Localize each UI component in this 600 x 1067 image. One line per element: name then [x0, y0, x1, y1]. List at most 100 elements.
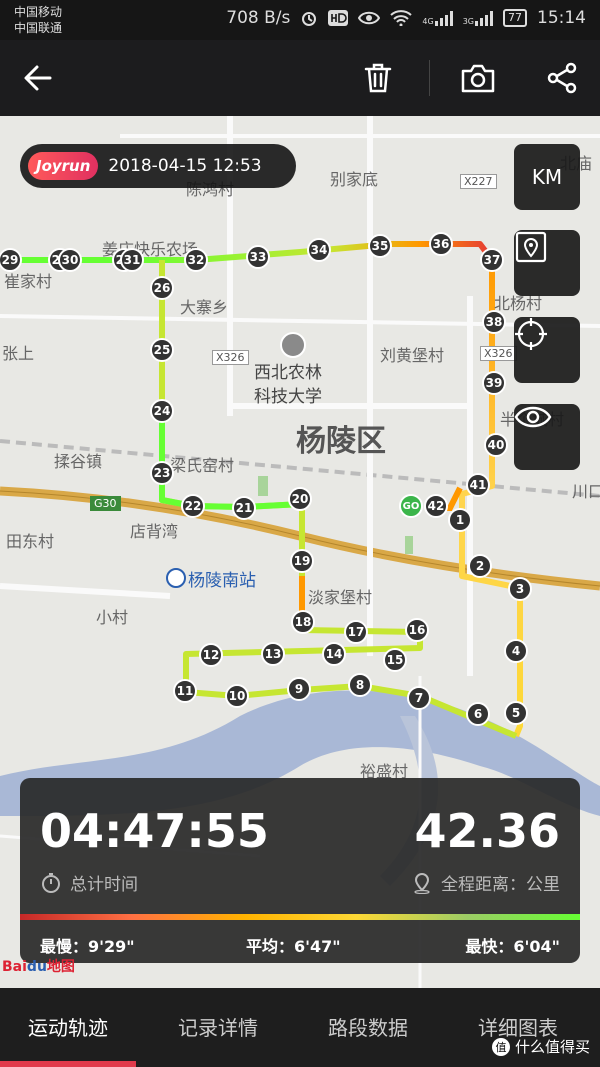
toolbar-divider: [429, 60, 430, 96]
route-waypoint[interactable]: 10: [225, 684, 249, 708]
carrier-info: 中国移动 中国联通: [14, 4, 62, 36]
route-waypoint[interactable]: 21: [232, 496, 256, 520]
route-waypoint[interactable]: 24: [150, 399, 174, 423]
place-label: 大寨乡: [180, 298, 229, 317]
route-waypoint[interactable]: 26: [150, 276, 174, 300]
highway-tag: G30: [90, 496, 121, 511]
clock: 15:14: [537, 8, 586, 28]
place-label: 川口: [572, 482, 600, 501]
station-label: 杨陵南站: [188, 571, 256, 591]
locate-button[interactable]: [514, 317, 580, 383]
carrier-primary: 中国移动: [14, 5, 63, 19]
alarm-icon: [302, 12, 317, 26]
route-waypoint[interactable]: 31: [120, 248, 144, 272]
eye-comfort-icon: [358, 11, 381, 25]
share-button[interactable]: [538, 54, 586, 102]
route-waypoint[interactable]: 14: [322, 642, 346, 666]
unit-label: KM: [531, 165, 563, 189]
road-tag: X227: [460, 174, 497, 189]
route-waypoint[interactable]: 37: [480, 248, 504, 272]
location-icon: [414, 872, 430, 894]
carrier-secondary: 中国联通: [14, 21, 63, 35]
signal-bars-icon: [475, 10, 493, 26]
smzdm-logo-icon: 值: [491, 1037, 510, 1056]
route-waypoint[interactable]: 42: [424, 494, 448, 518]
run-date-pill: Joyrun 2018-04-15 12:53: [20, 144, 296, 188]
tab-route[interactable]: 运动轨迹: [28, 1012, 108, 1041]
route-waypoint[interactable]: 33: [246, 245, 270, 269]
route-waypoint[interactable]: 17: [344, 620, 368, 644]
route-waypoint[interactable]: 12: [199, 643, 223, 667]
place-label: 张上: [2, 344, 35, 363]
screenshot-button[interactable]: [454, 54, 502, 102]
route-waypoint[interactable]: 5: [504, 701, 528, 725]
signal-bars-icon: [434, 10, 453, 26]
place-label: 刘黄堡村: [380, 346, 445, 365]
route-waypoint[interactable]: 32: [184, 248, 208, 272]
route-waypoint[interactable]: 15: [383, 648, 407, 672]
route-waypoint[interactable]: 8: [348, 673, 372, 697]
total-distance-label: 全程距离：公里: [411, 870, 560, 895]
run-datetime: 2018-04-15 12:53: [108, 156, 262, 176]
trash-icon: [364, 63, 392, 93]
route-waypoint[interactable]: 34: [307, 238, 331, 262]
route-waypoint[interactable]: 40: [484, 433, 508, 457]
signal-4g-label: 4G: [422, 17, 434, 26]
route-waypoint[interactable]: 35: [368, 234, 392, 258]
signal-3g: 3G: [463, 10, 493, 26]
route-waypoint[interactable]: 18: [291, 610, 315, 634]
unit-toggle-button[interactable]: KM: [514, 144, 580, 210]
route-waypoint[interactable]: 30: [58, 248, 82, 272]
map-provider-part: Bai: [2, 959, 27, 975]
route-waypoint[interactable]: 11: [173, 679, 197, 703]
place-label: 小村: [96, 608, 129, 627]
run-summary-panel: 04:47:55 42.36 总计时间 全程距离：公里 最慢：9'29" 平均：…: [20, 778, 580, 963]
place-label: 西北农林: [254, 363, 322, 383]
fastest-pace: 最快：6'04": [465, 937, 560, 956]
eye-icon: [514, 406, 552, 428]
route-waypoint[interactable]: 13: [261, 642, 285, 666]
total-distance-label-text: 全程距离：公里: [441, 875, 560, 895]
route-waypoint[interactable]: 25: [150, 338, 174, 362]
crosshair-icon: [515, 318, 547, 350]
place-label: 别家底: [330, 170, 379, 189]
route-waypoint[interactable]: 22: [181, 494, 205, 518]
route-waypoint[interactable]: 2: [468, 554, 492, 578]
district-label: 杨陵区: [296, 424, 386, 459]
route-waypoint[interactable]: 36: [429, 232, 453, 256]
status-icons: 708 B/s 4G 3G 77 15:14: [226, 8, 586, 28]
university-marker-icon: [280, 332, 306, 358]
route-waypoint[interactable]: 3: [508, 577, 532, 601]
delete-button[interactable]: [354, 54, 402, 102]
place-label: 田东村: [6, 532, 55, 551]
watermark-text: 什么值得买: [514, 1038, 590, 1056]
route-waypoint[interactable]: 1: [448, 508, 472, 532]
route-waypoint[interactable]: 16: [405, 618, 429, 642]
road: [0, 116, 473, 676]
network-speed: 708 B/s: [226, 8, 291, 28]
back-button[interactable]: [14, 54, 62, 102]
map-provider-part: du: [26, 959, 47, 975]
route-waypoint[interactable]: 38: [482, 310, 506, 334]
route-waypoint[interactable]: 19: [290, 549, 314, 573]
route-waypoint[interactable]: 7: [407, 686, 431, 710]
route-waypoint[interactable]: 9: [287, 677, 311, 701]
watermark: 值 什么值得买: [491, 1036, 590, 1057]
map-provider-logo: Baidu地图: [2, 956, 75, 976]
route-waypoint[interactable]: 20: [288, 487, 312, 511]
toggle-markers-button[interactable]: [514, 404, 580, 470]
place-label: 揉谷镇: [54, 452, 103, 471]
start-marker[interactable]: GO: [399, 494, 423, 518]
map-layer-button[interactable]: [514, 230, 580, 296]
route-waypoint[interactable]: 41: [466, 473, 490, 497]
route-waypoint[interactable]: 4: [504, 639, 528, 663]
wifi-icon: [390, 10, 413, 26]
total-time-value: 04:47:55: [40, 804, 269, 858]
green-area: [258, 476, 268, 496]
brand-logo: Joyrun: [28, 152, 99, 180]
tab-record-details[interactable]: 记录详情: [178, 1012, 258, 1041]
route-waypoint[interactable]: 39: [482, 371, 506, 395]
route-waypoint[interactable]: 23: [150, 461, 174, 485]
tab-segment-data[interactable]: 路段数据: [328, 1012, 408, 1041]
route-waypoint[interactable]: 6: [466, 702, 490, 726]
